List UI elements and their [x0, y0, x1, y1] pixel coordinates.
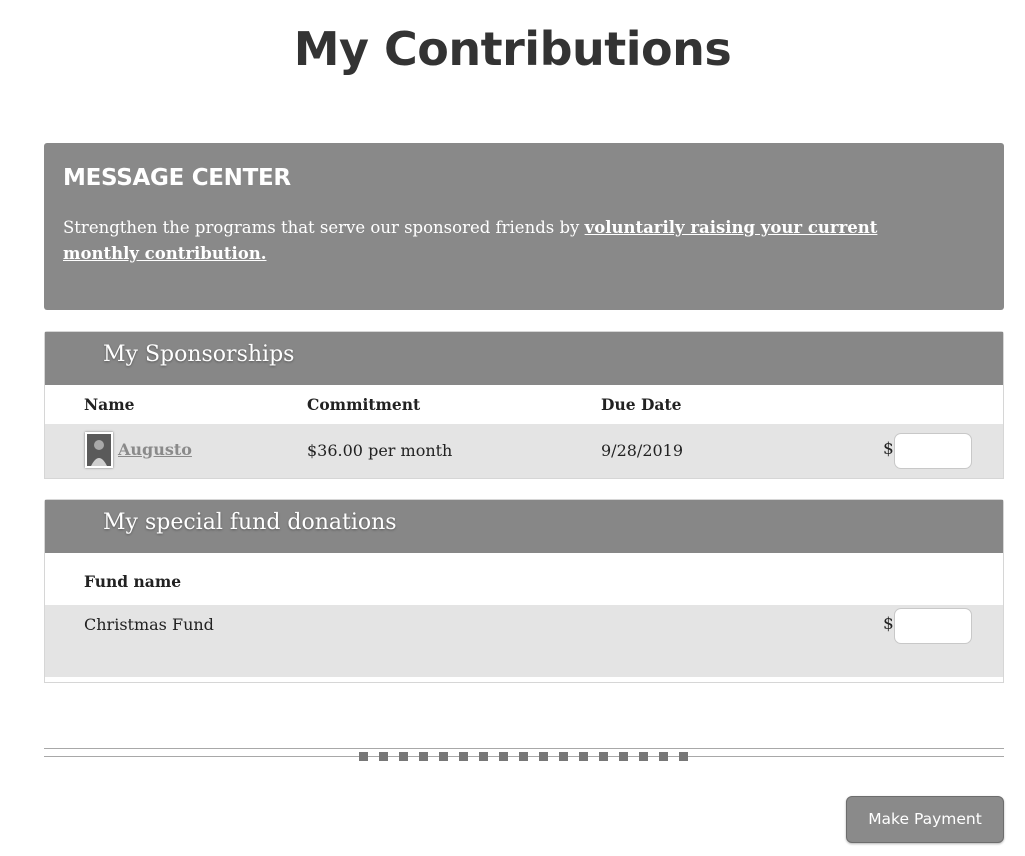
currency-symbol: $ — [883, 614, 894, 634]
message-center-title: MESSAGE CENTER — [63, 165, 291, 191]
message-center: MESSAGE CENTER Strengthen the programs t… — [44, 143, 1004, 310]
due-date-value: 9/28/2019 — [601, 441, 684, 460]
column-header-commitment: Commitment — [307, 395, 421, 414]
page-title: My Contributions — [293, 22, 732, 76]
child-photo-avatar[interactable] — [85, 432, 113, 468]
table-row: Christmas Fund $ — [45, 605, 1003, 677]
commitment-value: $36.00 per month — [307, 441, 453, 460]
sponsorships-panel: My Sponsorships Name Commitment Due Date… — [44, 331, 1004, 479]
message-center-body: Strengthen the programs that serve our s… — [63, 218, 585, 237]
message-center-text: Strengthen the programs that serve our s… — [63, 215, 943, 267]
column-header-due-date: Due Date — [601, 395, 682, 414]
fund-name-value: Christmas Fund — [84, 615, 214, 634]
sponsored-child-name-link[interactable]: Augusto — [118, 440, 192, 459]
divider-top — [44, 748, 1004, 749]
child-photo-icon — [87, 434, 111, 466]
fund-amount-input[interactable] — [894, 608, 972, 644]
table-row: Augusto $36.00 per month 9/28/2019 $ — [45, 424, 1003, 478]
make-payment-button[interactable]: Make Payment — [846, 796, 1004, 843]
column-header-name: Name — [84, 395, 135, 414]
fund-donations-panel: My special fund donations Fund name Chri… — [44, 499, 1004, 683]
currency-symbol: $ — [883, 439, 894, 459]
fund-donations-title: My special fund donations — [45, 500, 1003, 553]
column-header-fund-name: Fund name — [84, 572, 182, 591]
decorative-dots — [359, 752, 688, 761]
sponsorship-amount-input[interactable] — [894, 433, 972, 469]
sponsorships-title: My Sponsorships — [45, 332, 1003, 385]
